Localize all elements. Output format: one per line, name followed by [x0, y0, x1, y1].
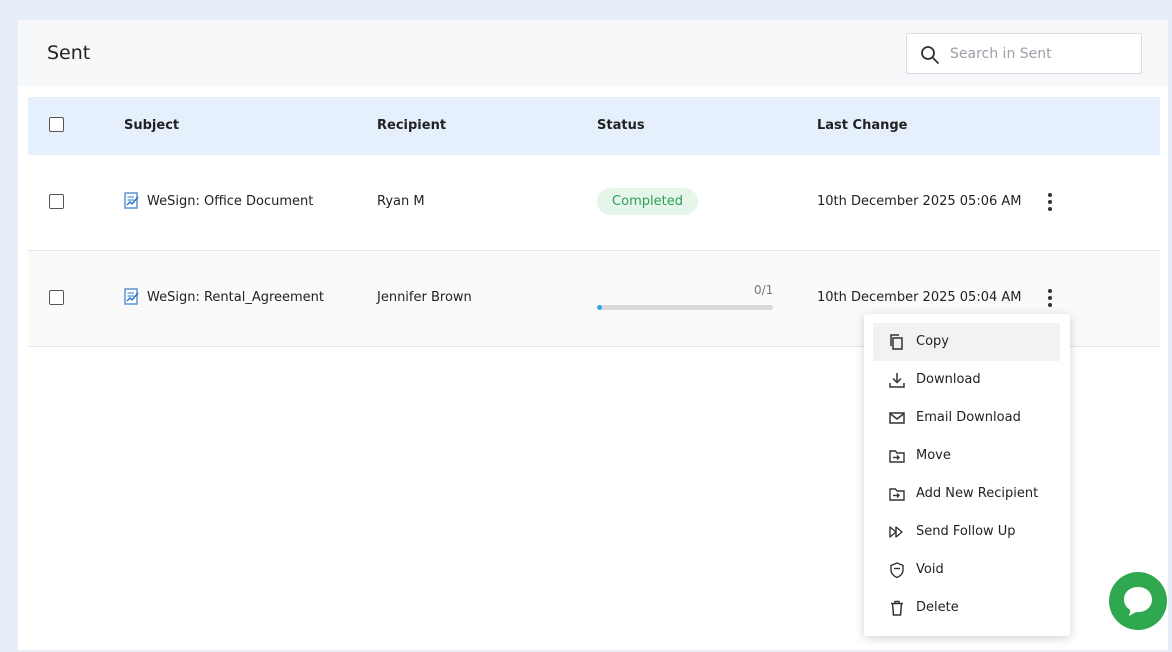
document-icon — [124, 288, 139, 305]
chat-bubble-icon — [1124, 587, 1152, 616]
status-badge: Completed — [597, 188, 698, 215]
menu-item-label: Email Download — [916, 410, 1021, 425]
menu-item-label: Download — [916, 372, 981, 387]
shield-icon — [890, 562, 904, 579]
menu-item-label: Delete — [916, 600, 959, 615]
mail-icon — [889, 412, 905, 424]
trash-icon — [891, 600, 903, 616]
menu-item-add-new-recipient[interactable]: Add New Recipient — [873, 475, 1060, 513]
menu-item-send-follow-up[interactable]: Send Follow Up — [873, 513, 1060, 551]
menu-item-label: Add New Recipient — [916, 486, 1039, 501]
row-recipient: Ryan M — [377, 194, 425, 209]
progress-bar — [597, 305, 773, 310]
progress-bar-fill — [597, 305, 603, 310]
select-all-checkbox[interactable] — [49, 117, 64, 132]
row-actions-menu-button[interactable] — [1040, 190, 1060, 214]
row-last-change: 10th December 2025 05:04 AM — [817, 290, 1022, 305]
row-recipient: Jennifer Brown — [377, 290, 472, 305]
row-last-change: 10th December 2025 05:06 AM — [817, 194, 1022, 209]
download-icon — [889, 373, 905, 388]
search-box[interactable] — [906, 33, 1142, 74]
fast-forward-icon — [889, 526, 903, 538]
menu-item-move[interactable]: Move — [873, 437, 1060, 475]
row-subject[interactable]: WeSign: Office Document — [147, 194, 313, 209]
move-icon — [889, 450, 905, 463]
table-header: Subject Recipient Status Last Change — [28, 97, 1160, 155]
menu-item-copy[interactable]: Copy — [873, 323, 1060, 361]
copy-icon — [890, 334, 903, 350]
column-header-subject[interactable]: Subject — [124, 118, 179, 133]
row-context-menu: Copy Download Email Download Move Add Ne… — [864, 314, 1070, 636]
document-icon — [124, 192, 139, 209]
row-subject[interactable]: WeSign: Rental_Agreement — [147, 290, 324, 305]
chat-button[interactable] — [1109, 572, 1167, 630]
column-header-status[interactable]: Status — [597, 118, 645, 133]
menu-item-delete[interactable]: Delete — [873, 589, 1060, 627]
row-checkbox[interactable] — [49, 290, 64, 305]
column-header-last-change[interactable]: Last Change — [817, 118, 907, 133]
add-recipient-icon — [889, 488, 905, 501]
page-title: Sent — [47, 42, 91, 64]
row-actions-menu-button[interactable] — [1040, 286, 1060, 310]
table-row[interactable]: WeSign: Office Document Ryan M Completed… — [28, 155, 1160, 251]
panel-header: Sent — [18, 20, 1168, 86]
menu-item-download[interactable]: Download — [873, 361, 1060, 399]
menu-item-email-download[interactable]: Email Download — [873, 399, 1060, 437]
menu-item-void[interactable]: Void — [873, 551, 1060, 589]
search-input[interactable] — [950, 41, 1130, 67]
menu-item-label: Void — [916, 562, 944, 577]
menu-item-label: Send Follow Up — [916, 524, 1016, 539]
column-header-recipient[interactable]: Recipient — [377, 118, 446, 133]
progress-count: 0/1 — [754, 283, 774, 297]
menu-item-label: Move — [916, 448, 951, 463]
menu-item-label: Copy — [916, 334, 949, 349]
row-checkbox[interactable] — [49, 194, 64, 209]
search-icon — [921, 46, 939, 64]
